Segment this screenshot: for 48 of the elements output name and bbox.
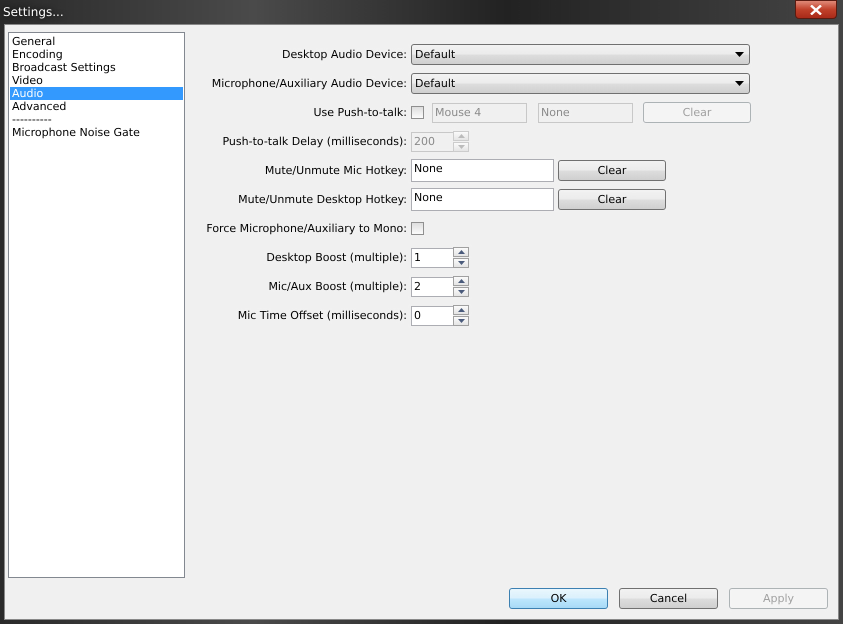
field-label: Mute/Unmute Desktop Hotkey: (237, 193, 407, 206)
dropdown[interactable]: Default (411, 44, 750, 65)
up-arrow-icon (458, 279, 464, 283)
field-label: Force Microphone/Auxiliary to Mono: (205, 222, 407, 235)
number-field[interactable]: 0 (411, 306, 453, 326)
dialog-button[interactable]: OK (509, 588, 608, 609)
field-label: Push-to-talk Delay (milliseconds): (221, 135, 407, 148)
category-item[interactable]: Broadcast Settings (10, 61, 183, 74)
field-label: Mic Time Offset (milliseconds): (236, 309, 407, 322)
category-item[interactable]: Video (10, 74, 183, 87)
down-arrow-icon (458, 261, 464, 265)
spin-up-button[interactable] (453, 305, 469, 315)
up-arrow-icon (458, 134, 464, 138)
field-label: Microphone/Auxiliary Audio Device: (210, 77, 407, 90)
field-label: Use Push-to-talk: (312, 106, 407, 119)
spin-up-button[interactable] (453, 276, 469, 286)
spin-down-button[interactable] (453, 258, 469, 268)
window-title: Settings... (3, 5, 64, 19)
close-icon (810, 4, 822, 14)
spin-down-button[interactable] (453, 316, 469, 326)
clear-button[interactable]: Clear (558, 189, 666, 210)
field-label: Desktop Boost (multiple): (265, 251, 407, 264)
number-field[interactable]: 2 (411, 276, 453, 296)
dropdown[interactable]: Default (411, 73, 750, 94)
up-arrow-icon (458, 250, 464, 254)
category-item[interactable]: General (10, 35, 183, 48)
up-arrow-icon (458, 308, 464, 312)
hotkey-field[interactable]: None (411, 188, 554, 211)
category-item[interactable]: Microphone Noise Gate (10, 126, 183, 139)
field-label: Mute/Unmute Mic Hotkey: (264, 164, 407, 177)
clear-button[interactable]: Clear (558, 160, 666, 181)
close-button[interactable] (795, 0, 837, 19)
spin-down-button[interactable] (453, 287, 469, 297)
checkbox[interactable] (411, 222, 424, 235)
field-label: Desktop Audio Device: (281, 48, 407, 61)
category-item[interactable]: ---------- (10, 113, 183, 126)
spin-up-button[interactable] (453, 247, 469, 257)
category-item[interactable]: Encoding (10, 48, 183, 61)
caret-icon (735, 52, 744, 57)
down-arrow-icon (458, 319, 464, 323)
down-arrow-icon (458, 145, 464, 149)
dialog-button[interactable]: Cancel (619, 588, 718, 609)
number-field[interactable]: 1 (411, 248, 453, 268)
category-item[interactable]: Advanced (10, 100, 183, 113)
hotkey-field[interactable]: None (411, 159, 554, 182)
field-label: Mic/Aux Boost (multiple): (267, 280, 407, 293)
down-arrow-icon (458, 290, 464, 294)
caret-icon (735, 81, 744, 86)
